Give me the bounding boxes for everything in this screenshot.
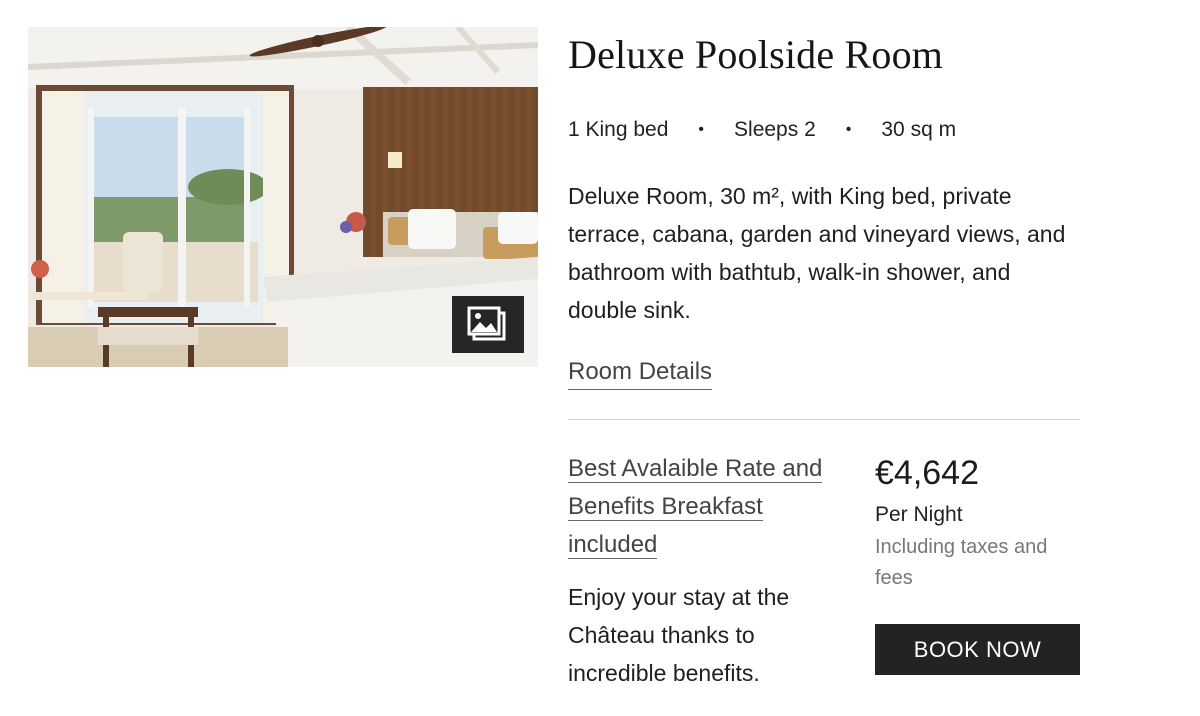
fact-bed: 1 King bed xyxy=(568,118,669,141)
room-description: Deluxe Room, 30 m², with King bed, priva… xyxy=(568,183,1066,323)
room-photo[interactable] xyxy=(28,27,538,367)
rate-name-line[interactable]: Benefits Breakfast xyxy=(568,493,763,521)
taxes-note: Including taxes and fees xyxy=(875,536,1048,589)
room-facts: 1 King bed • Sleeps 2 • 30 sq m xyxy=(568,115,1080,145)
gallery-icon xyxy=(467,306,506,340)
room-details-link[interactable]: Room Details xyxy=(568,355,713,390)
fact-separator: • xyxy=(845,121,852,138)
rate-name-line[interactable]: included xyxy=(568,531,658,559)
price-per-night: Per Night xyxy=(875,503,963,526)
room-card: Deluxe Poolside Room 1 King bed • Sleeps… xyxy=(0,0,1200,716)
room-title: Deluxe Poolside Room xyxy=(568,32,944,77)
room-details: Deluxe Poolside Room 1 King bed • Sleeps… xyxy=(568,27,1080,420)
rate-name-link[interactable]: Best Avalaible Rate and Benefits Breakfa… xyxy=(568,450,828,564)
book-now-button[interactable]: BOOK NOW xyxy=(875,624,1080,675)
divider xyxy=(568,419,1080,420)
rate-description: Enjoy your stay at the Château thanks to… xyxy=(568,584,790,686)
rate-name-line[interactable]: Best Avalaible Rate and xyxy=(568,455,823,483)
fact-size: 30 sq m xyxy=(881,118,957,141)
fact-separator: • xyxy=(698,121,705,138)
gallery-button[interactable] xyxy=(452,296,524,353)
fact-sleeps: Sleeps 2 xyxy=(734,118,816,141)
price: €4,642 xyxy=(875,454,979,492)
